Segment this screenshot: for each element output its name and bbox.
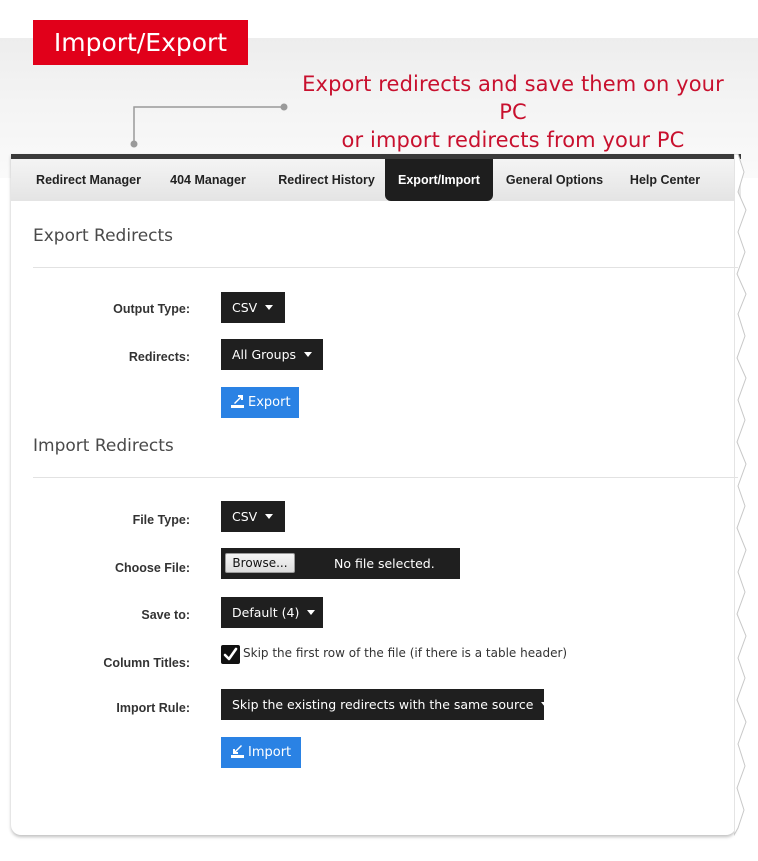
save-to-value: Default (4)	[232, 605, 300, 620]
export-icon	[231, 395, 244, 408]
checkmark-icon	[223, 647, 238, 661]
file-type-dropdown[interactable]: CSV	[221, 501, 285, 532]
caret-down-icon	[265, 514, 274, 519]
import-button[interactable]: Import	[221, 737, 301, 768]
import-rule-value: Skip the existing redirects with the sam…	[232, 697, 534, 712]
export-button-label: Export	[248, 395, 291, 410]
tab-general-options[interactable]: General Options	[501, 159, 608, 201]
import-rule-dropdown[interactable]: Skip the existing redirects with the sam…	[221, 689, 550, 720]
import-icon	[231, 745, 244, 758]
save-to-label: Save to:	[141, 608, 190, 622]
export-button[interactable]: Export	[221, 387, 299, 418]
redirects-dropdown[interactable]: All Groups	[221, 339, 323, 370]
caret-down-icon	[304, 352, 313, 357]
file-status: No file selected.	[334, 556, 435, 571]
main-panel	[11, 154, 736, 835]
file-type-value: CSV	[232, 509, 258, 524]
tab-redirect-history[interactable]: Redirect History	[269, 159, 384, 201]
tab-export-import[interactable]: Export/Import	[385, 159, 493, 201]
skip-first-row-label: Skip the first row of the file (if there…	[243, 646, 568, 660]
callout-line	[130, 103, 288, 148]
tab-404-manager[interactable]: 404 Manager	[161, 159, 255, 201]
save-to-dropdown[interactable]: Default (4)	[221, 597, 323, 628]
caret-down-icon	[307, 610, 316, 615]
column-titles-label: Column Titles:	[103, 656, 190, 670]
import-button-label: Import	[248, 745, 292, 760]
choose-file-label: Choose File:	[114, 561, 190, 575]
import-section-title: Import Redirects	[33, 436, 174, 456]
redirects-value: All Groups	[232, 347, 297, 362]
browse-button[interactable]: Browse...	[225, 553, 295, 573]
file-type-label: File Type:	[132, 513, 190, 527]
caret-down-icon	[265, 305, 274, 310]
file-input[interactable]: Browse... No file selected.	[221, 548, 460, 579]
export-divider	[33, 267, 738, 268]
import-rule-label: Import Rule:	[116, 701, 190, 715]
tab-bar: Redirect Manager 404 Manager Redirect Hi…	[11, 159, 741, 201]
output-type-dropdown[interactable]: CSV	[221, 292, 285, 323]
output-type-value: CSV	[232, 300, 258, 315]
tab-redirect-manager[interactable]: Redirect Manager	[27, 159, 150, 201]
export-section-title: Export Redirects	[33, 226, 174, 246]
torn-edge-decoration	[734, 154, 747, 837]
output-type-label: Output Type:	[113, 302, 190, 316]
skip-first-row-checkbox[interactable]	[221, 645, 240, 664]
caret-down-icon	[541, 702, 550, 707]
redirects-label: Redirects:	[128, 350, 190, 364]
tab-help-center[interactable]: Help Center	[623, 159, 707, 201]
import-divider	[33, 477, 738, 478]
